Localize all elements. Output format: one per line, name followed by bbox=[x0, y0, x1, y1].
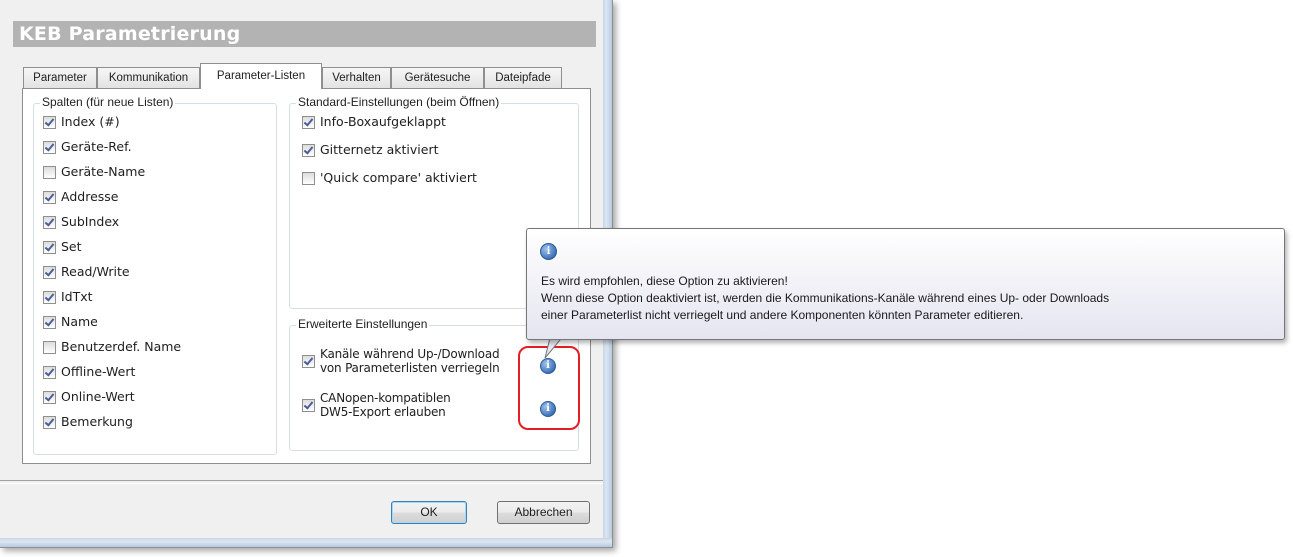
checkbox-label: Read/Write bbox=[61, 264, 130, 279]
checkbox-label: Bemerkung bbox=[61, 414, 133, 429]
dialog-title: KEB Parametrierung bbox=[19, 23, 241, 45]
checkbox-label: Set bbox=[61, 239, 82, 254]
label-line-2: von Parameterlisten verriegeln bbox=[320, 361, 500, 375]
checkbox-box[interactable] bbox=[43, 340, 56, 354]
checkbox-box[interactable] bbox=[43, 415, 56, 429]
footer-separator bbox=[0, 480, 603, 484]
column-checkbox[interactable]: Geräte-Name bbox=[43, 165, 145, 179]
checkbox-box[interactable] bbox=[43, 215, 56, 229]
column-checkbox[interactable]: Set bbox=[43, 240, 82, 254]
tab-panel-parameter-listen: Spalten (für neue Listen) Index (#) Gerät… bbox=[22, 88, 591, 464]
column-checkbox[interactable]: Read/Write bbox=[43, 265, 130, 279]
checkbox-box[interactable] bbox=[43, 115, 56, 129]
checkbox-lock-channels[interactable]: Kanäle während Up-/Download von Paramete… bbox=[302, 347, 500, 375]
tooltip-line-2: Wenn diese Option deaktiviert ist, werde… bbox=[541, 291, 1110, 305]
standard-setting-checkbox[interactable]: 'Quick compare' aktiviert bbox=[302, 171, 477, 185]
tooltip-line-3: einer Parameterlist nicht verriegelt und… bbox=[541, 308, 1024, 322]
label-line-1: Kanäle während Up-/Download bbox=[320, 347, 500, 361]
columns-group: Spalten (für neue Listen) Index (#) Gerät… bbox=[33, 95, 277, 455]
standard-settings-group-title: Standard-Einstellungen (beim Öffnen) bbox=[296, 95, 502, 109]
checkbox-box[interactable] bbox=[302, 354, 315, 368]
checkbox-label: SubIndex bbox=[61, 214, 120, 229]
checkbox-box[interactable] bbox=[43, 190, 56, 204]
checkbox-label: Info-Boxaufgeklappt bbox=[320, 114, 446, 129]
tooltip-line-1: Es wird empfohlen, diese Option zu aktiv… bbox=[541, 274, 788, 288]
checkbox-label: IdTxt bbox=[61, 289, 93, 304]
label-line-1: CANopen-kompatiblen bbox=[320, 391, 451, 405]
checkbox-label: Offline-Wert bbox=[61, 364, 136, 379]
checkbox-label: Benutzerdef. Name bbox=[61, 339, 182, 354]
tab-geraetesuche[interactable]: Gerätesuche bbox=[391, 67, 484, 88]
checkbox-box[interactable] bbox=[43, 365, 56, 379]
standard-setting-checkbox[interactable]: Gitternetz aktiviert bbox=[302, 143, 439, 157]
checkbox-label: Online-Wert bbox=[61, 389, 135, 404]
tab-parameter[interactable]: Parameter bbox=[23, 67, 97, 88]
tab-parameter-listen[interactable]: Parameter-Listen bbox=[200, 63, 322, 89]
checkbox-label: Addresse bbox=[61, 189, 119, 204]
checkbox-label: Geräte-Ref. bbox=[61, 139, 132, 154]
checkbox-canopen-export[interactable]: CANopen-kompatiblen DW5-Export erlauben bbox=[302, 391, 451, 419]
ok-button[interactable]: OK bbox=[391, 501, 467, 524]
label-line-2: DW5-Export erlauben bbox=[320, 405, 446, 419]
checkbox-label: CANopen-kompatiblen DW5-Export erlauben bbox=[320, 391, 451, 419]
checkbox-box[interactable] bbox=[302, 115, 315, 129]
column-checkbox[interactable]: Index (#) bbox=[43, 115, 120, 129]
checkbox-box[interactable] bbox=[43, 290, 56, 304]
checkbox-box[interactable] bbox=[43, 315, 56, 329]
checkbox-label: Gitternetz aktiviert bbox=[320, 142, 439, 157]
info-icon: i bbox=[540, 243, 557, 260]
tab-kommunikation[interactable]: Kommunikation bbox=[97, 67, 200, 88]
checkbox-box[interactable] bbox=[302, 143, 315, 157]
checkbox-box[interactable] bbox=[43, 240, 56, 254]
checkbox-box[interactable] bbox=[302, 398, 315, 412]
tab-verhalten[interactable]: Verhalten bbox=[322, 67, 391, 88]
tooltip-text: Es wird empfohlen, diese Option zu aktiv… bbox=[541, 273, 1109, 324]
column-checkbox[interactable]: IdTxt bbox=[43, 290, 93, 304]
column-checkbox[interactable]: Bemerkung bbox=[43, 415, 133, 429]
checkbox-label: Name bbox=[61, 314, 98, 329]
column-checkbox[interactable]: Benutzerdef. Name bbox=[43, 340, 181, 354]
checkbox-label: Geräte-Name bbox=[61, 164, 146, 179]
column-checkbox[interactable]: Name bbox=[43, 315, 98, 329]
checkbox-label: Index (#) bbox=[61, 114, 120, 129]
checkbox-box[interactable] bbox=[43, 140, 56, 154]
window-frame-bottom bbox=[0, 538, 612, 547]
dialog-header: KEB Parametrierung bbox=[13, 21, 596, 47]
cancel-button[interactable]: Abbrechen bbox=[497, 501, 590, 524]
checkbox-box[interactable] bbox=[43, 265, 56, 279]
settings-dialog: KEB Parametrierung Parameter Kommunikati… bbox=[0, 0, 613, 548]
column-checkbox[interactable]: SubIndex bbox=[43, 215, 119, 229]
standard-setting-checkbox[interactable]: Info-Boxaufgeklappt bbox=[302, 115, 446, 129]
tab-dateipfade[interactable]: Dateipfade bbox=[484, 67, 562, 88]
checkbox-box[interactable] bbox=[43, 390, 56, 404]
checkbox-label: Kanäle während Up-/Download von Paramete… bbox=[320, 347, 500, 375]
column-checkbox[interactable]: Offline-Wert bbox=[43, 365, 135, 379]
checkbox-label: 'Quick compare' aktiviert bbox=[320, 170, 477, 185]
column-checkbox[interactable]: Online-Wert bbox=[43, 390, 135, 404]
column-checkbox[interactable]: Addresse bbox=[43, 190, 118, 204]
column-checkbox[interactable]: Geräte-Ref. bbox=[43, 140, 132, 154]
advanced-settings-group-title: Erweiterte Einstellungen bbox=[296, 317, 430, 331]
checkbox-box[interactable] bbox=[302, 171, 315, 185]
columns-group-title: Spalten (für neue Listen) bbox=[40, 95, 176, 109]
checkbox-box[interactable] bbox=[43, 165, 56, 179]
info-tooltip: i Es wird empfohlen, diese Option zu akt… bbox=[526, 228, 1285, 340]
